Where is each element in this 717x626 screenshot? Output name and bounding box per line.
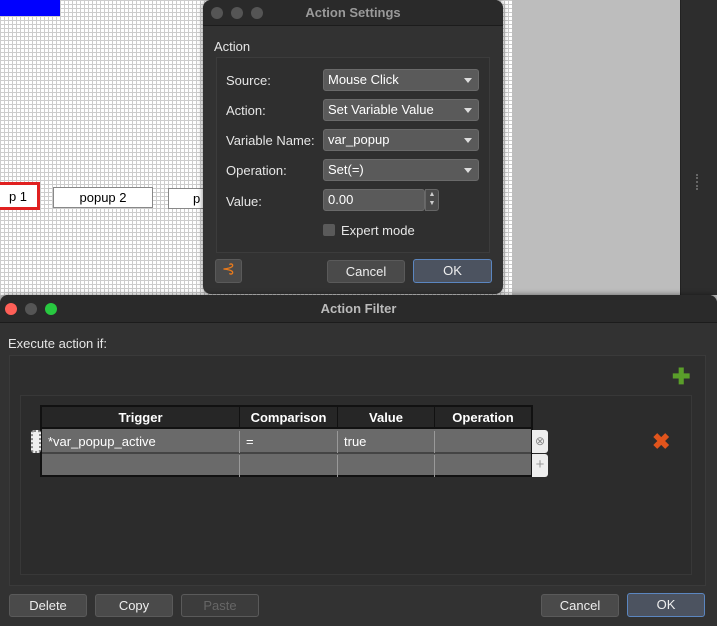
header-comparison[interactable]: Comparison (240, 407, 338, 429)
value-spinner[interactable]: ▲ ▼ (425, 189, 439, 211)
add-row-button[interactable]: + (532, 454, 548, 477)
close-button[interactable] (5, 303, 17, 315)
source-label: Source: (226, 73, 271, 88)
source-select[interactable]: Mouse Click (323, 69, 479, 91)
canvas-button-popup-3[interactable]: p (168, 188, 208, 209)
chevron-down-icon (464, 78, 472, 83)
cell-operation[interactable] (435, 455, 531, 477)
operation-select[interactable]: Set(=) (323, 159, 479, 181)
header-trigger[interactable]: Trigger (42, 407, 240, 429)
chevron-down-icon (464, 108, 472, 113)
zoom-button[interactable] (251, 7, 263, 19)
delete-condition-icon[interactable]: ✖ (652, 429, 670, 455)
value-label: Value: (226, 194, 262, 209)
title-bar: Action Settings (203, 0, 503, 26)
chevron-down-icon (464, 168, 472, 173)
splitter-handle[interactable] (696, 174, 699, 190)
table-row[interactable]: *var_popup_active = true (42, 431, 531, 454)
ok-button[interactable]: OK (413, 259, 492, 283)
execute-label: Execute action if: (8, 336, 107, 351)
close-button[interactable] (211, 7, 223, 19)
title-bar: Action Filter (0, 295, 717, 323)
variable-name-label: Variable Name: (226, 133, 315, 148)
minimize-button[interactable] (25, 303, 37, 315)
action-select[interactable]: Set Variable Value (323, 99, 479, 121)
cell-comparison[interactable]: = (240, 431, 338, 453)
group-label: Action (214, 39, 251, 54)
cell-trigger[interactable] (42, 455, 240, 477)
cell-trigger[interactable]: *var_popup_active (42, 431, 240, 453)
expert-mode-checkbox[interactable] (323, 224, 335, 236)
script-button[interactable]: ⊰ (215, 259, 242, 283)
remove-row-button[interactable]: ⊗ (532, 430, 548, 453)
operation-label: Operation: (226, 163, 287, 178)
action-filter-dialog: Action Filter Execute action if: ✚ Trigg… (0, 295, 717, 626)
cancel-button[interactable]: Cancel (327, 260, 405, 283)
variable-name-select[interactable]: var_popup (323, 129, 479, 151)
cell-value[interactable] (338, 455, 435, 477)
row-drag-handle[interactable] (31, 430, 41, 453)
circle-x-icon: ⊗ (534, 434, 546, 448)
canvas-button-popup-2[interactable]: popup 2 (53, 187, 153, 208)
canvas-button-popup-1[interactable]: p 1 (0, 182, 40, 210)
table-row-empty[interactable] (42, 455, 531, 477)
paste-button[interactable]: Paste (181, 594, 259, 617)
zoom-button[interactable] (45, 303, 57, 315)
condition-table: Trigger Comparison Value Operation *var_… (40, 405, 533, 477)
header-value[interactable]: Value (338, 407, 435, 429)
cell-value[interactable]: true (338, 431, 435, 453)
branch-icon: ⊰ (221, 261, 236, 278)
cancel-button[interactable]: Cancel (541, 594, 619, 617)
chevron-down-icon (464, 138, 472, 143)
delete-button[interactable]: Delete (9, 594, 87, 617)
plus-icon: + (535, 456, 545, 473)
action-label: Action: (226, 103, 266, 118)
cell-comparison[interactable] (240, 455, 338, 477)
add-condition-icon[interactable]: ✚ (672, 366, 690, 388)
table-header: Trigger Comparison Value Operation (42, 407, 531, 429)
side-panel (680, 0, 717, 295)
copy-button[interactable]: Copy (95, 594, 173, 617)
header-operation[interactable]: Operation (435, 407, 531, 429)
blue-widget[interactable] (0, 0, 60, 16)
minimize-button[interactable] (231, 7, 243, 19)
expert-mode-label: Expert mode (341, 223, 415, 238)
ok-button[interactable]: OK (627, 593, 705, 617)
action-settings-dialog: Action Settings Action Source: Mouse Cli… (203, 0, 503, 294)
value-input[interactable]: 0.00 (323, 189, 425, 211)
